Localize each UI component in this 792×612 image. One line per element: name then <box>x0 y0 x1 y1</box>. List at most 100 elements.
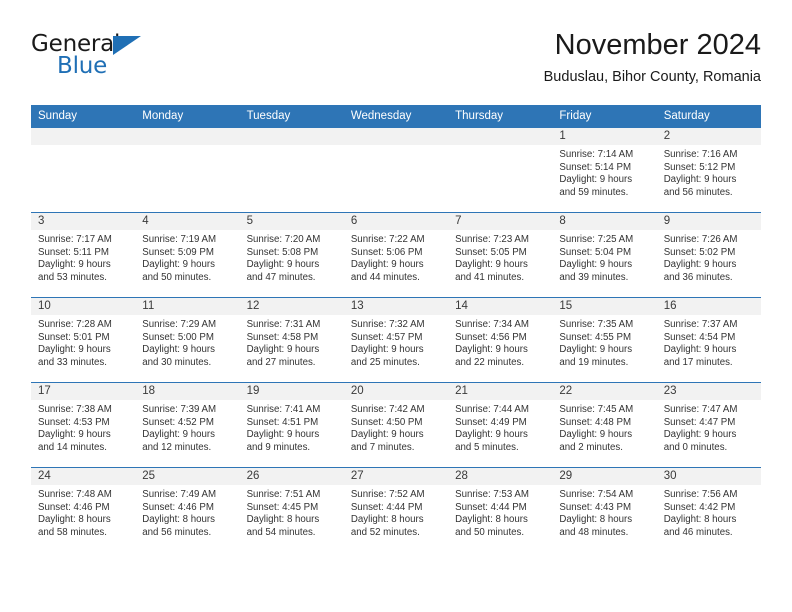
calendar-day-cell[interactable]: 13 Sunrise: 7:32 AM Sunset: 4:57 PM Dayligh… <box>343 297 449 383</box>
daylight-duration-line1: Daylight: 9 hours <box>350 429 424 441</box>
calendar-day-cell[interactable]: 4 Sunrise: 7:19 AM Sunset: 5:09 PM Daylight… <box>135 212 240 298</box>
day-details: Sunrise: 7:52 AM Sunset: 4:44 PM Daylight:… <box>344 485 448 539</box>
day-box: 14 Sunrise: 7:34 AM Sunset: 4:56 PM Dayligh… <box>448 298 553 382</box>
day-number: 17 <box>31 383 136 400</box>
calendar-day-cell[interactable]: 10 Sunrise: 7:28 AM Sunset: 5:01 PM Dayligh… <box>31 297 136 383</box>
calendar-day-cell[interactable]: 9 Sunrise: 7:26 AM Sunset: 5:02 PM Daylight… <box>656 212 761 298</box>
day-number <box>343 128 449 145</box>
sunrise-time: Sunrise: 7:20 AM <box>246 234 321 245</box>
day-details: Sunrise: 7:49 AM Sunset: 4:46 PM Daylight:… <box>135 485 239 539</box>
calendar-day-cell[interactable]: 20 Sunrise: 7:42 AM Sunset: 4:50 PM Dayligh… <box>343 382 449 468</box>
day-box: 23 Sunrise: 7:47 AM Sunset: 4:47 PM Dayligh… <box>656 383 761 467</box>
daylight-duration-line2: and 52 minutes. <box>350 526 420 538</box>
calendar-day-cell[interactable]: 15 Sunrise: 7:35 AM Sunset: 4:55 PM Dayligh… <box>552 297 657 383</box>
sunrise-time: Sunrise: 7:49 AM <box>142 489 217 500</box>
day-box: 28 Sunrise: 7:53 AM Sunset: 4:44 PM Dayligh… <box>448 468 553 552</box>
weekday-header-saturday: Saturday <box>656 105 761 128</box>
day-box: 11 Sunrise: 7:29 AM Sunset: 5:00 PM Dayligh… <box>135 298 240 382</box>
day-details: Sunrise: 7:19 AM Sunset: 5:09 PM Daylight:… <box>135 230 239 284</box>
sunrise-time: Sunrise: 7:52 AM <box>350 489 425 500</box>
day-box: 24 Sunrise: 7:48 AM Sunset: 4:46 PM Dayligh… <box>31 468 136 552</box>
weekday-header-thursday: Thursday <box>448 105 553 128</box>
day-box: 19 Sunrise: 7:41 AM Sunset: 4:51 PM Dayligh… <box>239 383 344 467</box>
daylight-duration-line2: and 41 minutes. <box>455 271 525 283</box>
calendar-day-cell[interactable]: 17 Sunrise: 7:38 AM Sunset: 4:53 PM Dayligh… <box>31 382 136 468</box>
sunrise-time: Sunrise: 7:41 AM <box>246 404 321 415</box>
calendar-day-cell[interactable]: 7 Sunrise: 7:23 AM Sunset: 5:05 PM Daylight… <box>448 212 553 298</box>
calendar-day-cell[interactable]: 14 Sunrise: 7:34 AM Sunset: 4:56 PM Dayligh… <box>448 297 553 383</box>
calendar-day-cell[interactable]: 12 Sunrise: 7:31 AM Sunset: 4:58 PM Dayligh… <box>239 297 344 383</box>
sunrise-time: Sunrise: 7:38 AM <box>38 404 112 415</box>
daylight-duration-line2: and 56 minutes. <box>663 186 733 198</box>
daylight-duration-line1: Daylight: 9 hours <box>38 344 111 356</box>
sunset-time: Sunset: 5:05 PM <box>455 246 527 258</box>
sunset-time: Sunset: 5:01 PM <box>38 331 110 343</box>
calendar-day-cell[interactable]: 23 Sunrise: 7:47 AM Sunset: 4:47 PM Dayligh… <box>656 382 761 468</box>
sunset-time: Sunset: 4:51 PM <box>246 416 319 428</box>
calendar-day-cell[interactable]: 2 Sunrise: 7:16 AM Sunset: 5:12 PM Daylight… <box>656 127 761 213</box>
daylight-duration-line1: Daylight: 8 hours <box>38 514 111 526</box>
calendar-day-cell <box>31 127 136 213</box>
calendar-day-cell[interactable]: 26 Sunrise: 7:51 AM Sunset: 4:45 PM Dayligh… <box>239 467 344 552</box>
logo-text-blue: Blue <box>57 53 108 79</box>
daylight-duration-line2: and 9 minutes. <box>246 441 311 453</box>
daylight-duration-line2: and 30 minutes. <box>142 356 212 368</box>
calendar-day-cell[interactable]: 25 Sunrise: 7:49 AM Sunset: 4:46 PM Dayligh… <box>135 467 240 552</box>
calendar-day-cell[interactable]: 8 Sunrise: 7:25 AM Sunset: 5:04 PM Daylight… <box>552 212 657 298</box>
day-details: Sunrise: 7:53 AM Sunset: 4:44 PM Daylight:… <box>448 485 552 539</box>
calendar-day-cell[interactable]: 19 Sunrise: 7:41 AM Sunset: 4:51 PM Dayligh… <box>239 382 344 468</box>
calendar-week-row: 17 Sunrise: 7:38 AM Sunset: 4:53 PM Dayligh… <box>31 382 761 468</box>
daylight-duration-line2: and 56 minutes. <box>142 526 212 538</box>
sunset-time: Sunset: 4:47 PM <box>663 416 736 428</box>
calendar-day-cell[interactable]: 1 Sunrise: 7:14 AM Sunset: 5:14 PM Daylight… <box>552 127 657 213</box>
calendar-day-cell[interactable]: 5 Sunrise: 7:20 AM Sunset: 5:08 PM Daylight… <box>239 212 344 298</box>
day-number: 12 <box>239 298 344 315</box>
daylight-duration-line1: Daylight: 9 hours <box>455 259 528 271</box>
calendar-day-cell[interactable]: 16 Sunrise: 7:37 AM Sunset: 4:54 PM Dayligh… <box>656 297 761 383</box>
day-number: 5 <box>239 213 344 230</box>
calendar-day-cell[interactable]: 22 Sunrise: 7:45 AM Sunset: 4:48 PM Dayligh… <box>552 382 657 468</box>
calendar-day-cell[interactable]: 3 Sunrise: 7:17 AM Sunset: 5:11 PM Daylight… <box>31 212 136 298</box>
daylight-duration-line1: Daylight: 9 hours <box>246 429 320 441</box>
calendar-day-cell[interactable]: 18 Sunrise: 7:39 AM Sunset: 4:52 PM Dayligh… <box>135 382 240 468</box>
daylight-duration-line1: Daylight: 9 hours <box>455 429 528 441</box>
day-box: 17 Sunrise: 7:38 AM Sunset: 4:53 PM Dayligh… <box>31 383 136 467</box>
daylight-duration-line1: Daylight: 9 hours <box>142 344 215 356</box>
calendar-day-cell[interactable]: 27 Sunrise: 7:52 AM Sunset: 4:44 PM Dayligh… <box>343 467 449 552</box>
calendar-day-cell[interactable]: 6 Sunrise: 7:22 AM Sunset: 5:06 PM Daylight… <box>343 212 449 298</box>
daylight-duration-line1: Daylight: 8 hours <box>246 514 320 526</box>
calendar-day-cell <box>448 127 553 213</box>
day-number: 25 <box>135 468 240 485</box>
calendar-day-cell[interactable]: 24 Sunrise: 7:48 AM Sunset: 4:46 PM Dayligh… <box>31 467 136 552</box>
sunrise-time: Sunrise: 7:22 AM <box>350 234 425 245</box>
calendar-day-cell[interactable]: 21 Sunrise: 7:44 AM Sunset: 4:49 PM Dayligh… <box>448 382 553 468</box>
day-number: 1 <box>552 128 657 145</box>
daylight-duration-line2: and 12 minutes. <box>142 441 212 453</box>
sunrise-time: Sunrise: 7:28 AM <box>38 319 112 330</box>
calendar-day-cell[interactable]: 30 Sunrise: 7:56 AM Sunset: 4:42 PM Dayligh… <box>656 467 761 552</box>
daylight-duration-line2: and 50 minutes. <box>455 526 525 538</box>
day-details: Sunrise: 7:23 AM Sunset: 5:05 PM Daylight:… <box>448 230 552 284</box>
day-details: Sunrise: 7:48 AM Sunset: 4:46 PM Daylight:… <box>31 485 135 539</box>
daylight-duration-line2: and 22 minutes. <box>455 356 525 368</box>
page-subtitle: Buduslau, Bihor County, Romania <box>543 69 761 85</box>
daylight-duration-line2: and 44 minutes. <box>350 271 420 283</box>
calendar-day-cell[interactable]: 11 Sunrise: 7:29 AM Sunset: 5:00 PM Dayligh… <box>135 297 240 383</box>
calendar-day-cell[interactable]: 28 Sunrise: 7:53 AM Sunset: 4:44 PM Dayligh… <box>448 467 553 552</box>
sunrise-time: Sunrise: 7:32 AM <box>350 319 425 330</box>
sunrise-time: Sunrise: 7:25 AM <box>559 234 634 245</box>
calendar-week-row: 24 Sunrise: 7:48 AM Sunset: 4:46 PM Dayligh… <box>31 467 761 552</box>
day-number: 18 <box>135 383 240 400</box>
daylight-duration-line1: Daylight: 9 hours <box>246 259 320 271</box>
daylight-duration-line1: Daylight: 9 hours <box>663 259 737 271</box>
sunrise-time: Sunrise: 7:48 AM <box>38 489 112 500</box>
general-blue-logo[interactable]: General Blue <box>31 32 231 88</box>
sunrise-time: Sunrise: 7:56 AM <box>663 489 738 500</box>
sunrise-time: Sunrise: 7:35 AM <box>559 319 634 330</box>
calendar-day-cell[interactable]: 29 Sunrise: 7:54 AM Sunset: 4:43 PM Dayligh… <box>552 467 657 552</box>
day-details: Sunrise: 7:20 AM Sunset: 5:08 PM Daylight:… <box>240 230 344 284</box>
daylight-duration-line2: and 14 minutes. <box>38 441 107 453</box>
weekday-header-wednesday: Wednesday <box>343 105 449 128</box>
daylight-duration-line1: Daylight: 9 hours <box>663 344 737 356</box>
day-box: 26 Sunrise: 7:51 AM Sunset: 4:45 PM Dayligh… <box>239 468 344 552</box>
